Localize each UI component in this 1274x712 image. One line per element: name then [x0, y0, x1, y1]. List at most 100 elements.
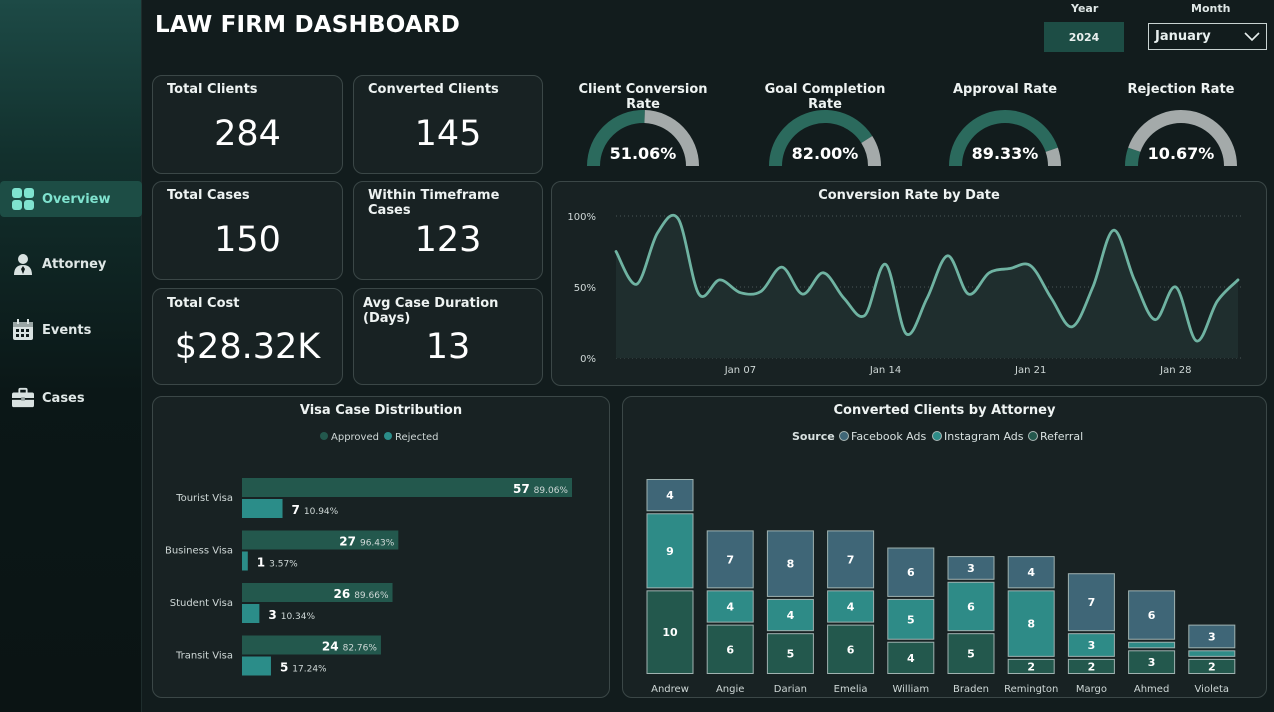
- segment-value: 3: [1148, 656, 1156, 669]
- rejected-bar: [242, 551, 248, 571]
- gauge-1: Client Conversion Rate 51.06%: [568, 75, 718, 175]
- segment-value: 4: [1027, 566, 1035, 579]
- y-tick-label: 50%: [574, 283, 596, 294]
- legend-label: Instagram Ads: [944, 430, 1024, 443]
- sidebar: Overview Attorney Events Cases: [0, 0, 142, 712]
- attorney-label: Andrew: [651, 684, 689, 695]
- legend-approved-label: Approved: [331, 432, 379, 443]
- stack-segment: [1188, 650, 1236, 657]
- conversion-rate-chart-panel: Conversion Rate by Date 0% 50% 100% Jan 07 J…: [551, 181, 1267, 386]
- kpi-label: Total Cost: [167, 296, 240, 311]
- sidebar-item-label: Overview: [42, 191, 111, 207]
- kpi-label: Converted Clients: [368, 82, 499, 97]
- kpi-total-clients: Total Clients 284: [152, 75, 343, 174]
- segment-value: 2: [1088, 660, 1096, 673]
- segment-value: 6: [847, 643, 855, 656]
- segment-value: 3: [1088, 639, 1096, 652]
- approved-pct: 96.43%: [360, 539, 395, 549]
- attorney-label: Violeta: [1195, 684, 1230, 695]
- x-tick-label: Jan 28: [1159, 365, 1191, 376]
- gauge-value: 89.33%: [971, 144, 1039, 163]
- gauge-value: 51.06%: [609, 144, 677, 163]
- segment-value: 3: [1208, 630, 1216, 643]
- y-tick-label: 0%: [580, 354, 596, 365]
- rejected-count: 1: [257, 556, 265, 570]
- gauge-3: Approval Rate 89.33%: [930, 75, 1080, 175]
- attorney-clients-panel: Converted Clients by Attorney Source Face…: [622, 396, 1267, 698]
- calendar-icon: [12, 319, 34, 341]
- attorney-label: Emelia: [834, 684, 868, 695]
- segment-value: 7: [847, 553, 855, 566]
- rejected-value-label: 5 17.24%: [280, 661, 327, 675]
- attorney-label: Angie: [716, 684, 744, 695]
- segment-value: 6: [726, 643, 734, 656]
- segment-value: 10: [662, 626, 678, 639]
- rejected-bar: [242, 656, 271, 676]
- segment-value: 5: [907, 613, 915, 626]
- category-label: Tourist Visa: [175, 493, 233, 504]
- visa-distribution-panel: Visa Case Distribution Approved Rejected T…: [152, 396, 610, 698]
- approved-count: 26: [333, 587, 350, 601]
- rejected-pct: 17.24%: [292, 665, 327, 675]
- kpi-avg-case-duration: Avg Case Duration (Days) 13: [353, 288, 543, 385]
- year-filter[interactable]: 2024: [1044, 22, 1124, 52]
- stack-segment: [1128, 641, 1176, 649]
- segment-value: 2: [1027, 660, 1035, 673]
- category-label: Business Visa: [165, 546, 233, 557]
- segment-value: 8: [1027, 618, 1035, 631]
- rejected-pct: 3.57%: [269, 560, 298, 570]
- legend-dot: [839, 431, 849, 441]
- sidebar-item-label: Cases: [42, 390, 85, 406]
- kpi-converted-clients: Converted Clients 145: [353, 75, 543, 174]
- rejected-value-label: 1 3.57%: [257, 556, 298, 570]
- sidebar-item-events[interactable]: Events: [0, 312, 142, 348]
- rejected-count: 7: [292, 503, 300, 517]
- rejected-bar: [242, 604, 260, 623]
- kpi-label: Total Clients: [167, 82, 258, 97]
- year-label: Year: [1071, 2, 1099, 15]
- segment-value: 6: [967, 600, 975, 613]
- legend-rejected-dot: [384, 432, 392, 440]
- approved-count: 57: [513, 482, 530, 496]
- attorney-label: Margo: [1076, 684, 1107, 695]
- segment-value: 8: [787, 558, 795, 571]
- rejected-count: 5: [280, 661, 288, 675]
- sidebar-item-cases[interactable]: Cases: [0, 380, 142, 416]
- kpi-value: 13: [425, 327, 471, 367]
- kpi-total-cases: Total Cases 150: [152, 181, 343, 280]
- legend-dot: [1028, 431, 1038, 441]
- segment-value: 7: [726, 553, 734, 566]
- legend-title: Source: [792, 430, 835, 443]
- attorney-label: Ahmed: [1134, 684, 1169, 695]
- rejected-pct: 10.34%: [281, 612, 316, 622]
- x-tick-label: Jan 14: [869, 365, 901, 376]
- kpi-value: 145: [414, 114, 482, 154]
- gauge-value: 82.00%: [791, 144, 859, 163]
- y-tick-label: 100%: [567, 212, 596, 223]
- attorney-label: William: [892, 684, 929, 695]
- segment-value: 4: [666, 489, 674, 502]
- person-icon: [12, 253, 34, 275]
- legend-rejected-label: Rejected: [395, 432, 439, 443]
- kpi-value: 284: [214, 114, 281, 154]
- sidebar-item-attorney[interactable]: Attorney: [0, 246, 142, 282]
- sidebar-item-overview[interactable]: Overview: [0, 181, 142, 217]
- segment-value: 9: [666, 545, 674, 558]
- kpi-label: Within Timeframe Cases: [368, 188, 500, 218]
- sidebar-item-label: Attorney: [42, 256, 107, 272]
- legend-dot: [932, 431, 942, 441]
- chevron-down-icon: [1244, 29, 1260, 47]
- segment-value: 2: [1208, 660, 1216, 673]
- rejected-value-label: 7 10.94%: [292, 503, 339, 517]
- segment-value: 6: [1148, 609, 1156, 622]
- conversion-rate-chart: 0% 50% 100% Jan 07 Jan 14 Jan 21 Jan 28: [567, 212, 1244, 376]
- segment-value: 5: [787, 648, 795, 661]
- gauge-2: Goal Completion Rate 82.00%: [750, 75, 900, 175]
- kpi-total-cost: Total Cost $28.32K: [152, 288, 343, 385]
- x-tick-label: Jan 21: [1014, 365, 1046, 376]
- month-dropdown[interactable]: January: [1148, 23, 1267, 50]
- legend-approved-dot: [320, 432, 328, 440]
- rejected-value-label: 3 10.34%: [268, 608, 315, 622]
- kpi-value: $28.32K: [174, 327, 321, 367]
- segment-value: 5: [967, 648, 975, 661]
